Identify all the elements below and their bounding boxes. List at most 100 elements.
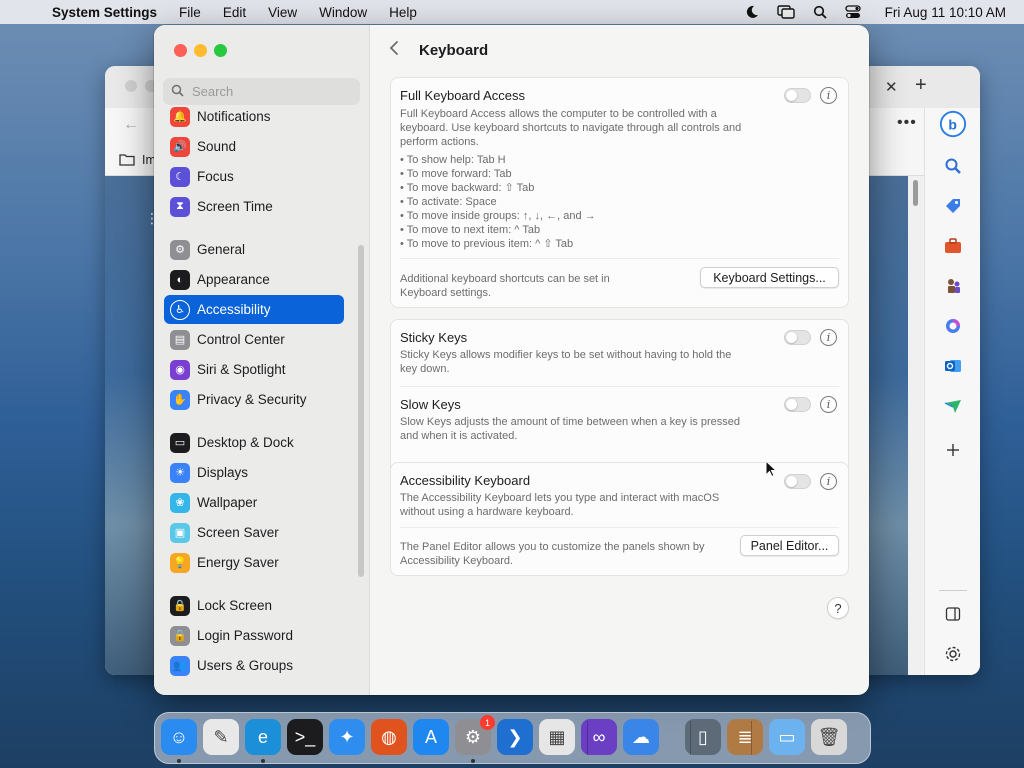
- moon-icon[interactable]: [745, 5, 759, 19]
- sidebar-scrollbar[interactable]: [358, 245, 364, 577]
- full-keyboard-access-title: Full Keyboard Access: [400, 88, 526, 103]
- textedit-icon[interactable]: ✎: [203, 719, 239, 755]
- full-keyboard-access-desc-3: perform actions.: [400, 136, 479, 148]
- sidebar-item-users-groups[interactable]: 👥 Users & Groups: [164, 651, 344, 680]
- sidebar-item-lock-screen[interactable]: 🔒 Lock Screen: [164, 591, 344, 620]
- chess-icon[interactable]: [939, 272, 967, 300]
- sidebar-item-desktop-dock[interactable]: ▭ Desktop & Dock: [164, 428, 344, 457]
- tab-close-icon[interactable]: ✕: [885, 78, 898, 96]
- menu-view[interactable]: View: [257, 5, 308, 20]
- spotlight-search-icon[interactable]: [813, 5, 827, 19]
- panel-editor-button[interactable]: Panel Editor...: [740, 535, 839, 556]
- dock-separator: [690, 721, 691, 755]
- keyboard-settings-button[interactable]: Keyboard Settings...: [700, 267, 839, 288]
- close-window-button[interactable]: [174, 44, 187, 57]
- back-chevron-icon[interactable]: [388, 40, 400, 61]
- terminal-icon[interactable]: >_: [287, 719, 323, 755]
- sidebar-item-focus[interactable]: ☾ Focus: [164, 162, 344, 191]
- split-view-icon[interactable]: [939, 600, 967, 628]
- slow-keys-toggle[interactable]: [784, 397, 811, 412]
- menu-file[interactable]: File: [168, 5, 212, 20]
- slow-keys-desc-1: Slow Keys adjusts the amount of time bet…: [400, 416, 740, 428]
- tip-previous-item: • To move to previous item: ^ ⇧ Tab: [400, 238, 574, 250]
- menu-edit[interactable]: Edit: [212, 5, 257, 20]
- menu-bar: System Settings File Edit View Window He…: [0, 0, 1024, 24]
- sidebar-item-energy-saver[interactable]: 💡 Energy Saver: [164, 548, 344, 577]
- sidebar-item-label: Energy Saver: [197, 555, 279, 570]
- more-options-icon[interactable]: •••: [897, 114, 917, 132]
- sticky-keys-desc-1: Sticky Keys allows modifier keys to be s…: [400, 349, 732, 361]
- accessibility-keyboard-info-icon[interactable]: i: [820, 473, 837, 490]
- sidebar-item-displays[interactable]: ☀ Displays: [164, 458, 344, 487]
- tag-icon[interactable]: [939, 192, 967, 220]
- finder-icon[interactable]: ☺: [161, 719, 197, 755]
- menu-help[interactable]: Help: [378, 5, 428, 20]
- system-settings-window: Search 🔔 Notifications 🔊 Sound ☾ Focus ⧗ Screen…: [154, 25, 869, 695]
- sidebar-item-general[interactable]: ⚙ General: [164, 235, 344, 264]
- sidebar-item-sound[interactable]: 🔊 Sound: [164, 132, 344, 161]
- briefcase-icon[interactable]: [939, 232, 967, 260]
- search-icon[interactable]: [939, 152, 967, 180]
- sidebar-item-siri-spotlight[interactable]: ◉ Siri & Spotlight: [164, 355, 344, 384]
- new-tab-icon[interactable]: +: [915, 74, 927, 97]
- outlook-icon[interactable]: [939, 352, 967, 380]
- tip-move-forward: • To move forward: Tab: [400, 168, 512, 180]
- sidebar-item-accessibility[interactable]: ♿ Accessibility: [164, 295, 344, 324]
- accessibility-keyboard-toggle[interactable]: [784, 474, 811, 489]
- control-center-icon[interactable]: [845, 5, 861, 19]
- app-store-icon[interactable]: A: [413, 719, 449, 755]
- help-button[interactable]: ?: [827, 597, 849, 619]
- siri-spotlight-icon: ◉: [170, 359, 190, 380]
- downloads-folder-icon[interactable]: ▭: [769, 719, 805, 755]
- tip-move-backward: • To move backward: ⇧ Tab: [400, 182, 535, 194]
- app-menu[interactable]: System Settings: [52, 5, 168, 20]
- bing-icon[interactable]: b: [939, 110, 967, 138]
- launchpad-icon[interactable]: ▦: [539, 719, 575, 755]
- sidebar-search-field[interactable]: Search: [163, 78, 360, 105]
- browser-scrollbar[interactable]: [908, 176, 923, 675]
- sidebar-item-appearance[interactable]: ◐ Appearance: [164, 265, 344, 294]
- safari-icon[interactable]: ✦: [329, 719, 365, 755]
- copilot-icon[interactable]: [939, 312, 967, 340]
- sidebar-item-label: Lock Screen: [197, 598, 273, 613]
- vscode-icon[interactable]: ❯: [497, 719, 533, 755]
- archive-icon[interactable]: ≣: [727, 719, 763, 755]
- trash-icon[interactable]: 🗑: [811, 719, 847, 755]
- sidebar-item-label: Privacy & Security: [197, 392, 307, 407]
- edge-icon[interactable]: e: [245, 719, 281, 755]
- back-arrow-icon[interactable]: ←: [123, 116, 139, 134]
- add-icon[interactable]: [939, 436, 967, 464]
- sidebar-item-screen-saver[interactable]: ▣ Screen Saver: [164, 518, 344, 547]
- sidebar-item-login-password[interactable]: 🔒 Login Password: [164, 621, 344, 650]
- screen-mirroring-icon[interactable]: [776, 5, 795, 19]
- weather-icon[interactable]: ☁: [623, 719, 659, 755]
- full-keyboard-access-desc-1: Full Keyboard Access allows the computer…: [400, 108, 717, 120]
- sidebar-item-label: Appearance: [197, 272, 270, 287]
- sticky-keys-toggle[interactable]: [784, 330, 811, 345]
- sticky-keys-info-icon[interactable]: i: [820, 329, 837, 346]
- full-keyboard-access-toggle[interactable]: [784, 88, 811, 103]
- settings-icon[interactable]: [939, 640, 967, 668]
- slow-keys-info-icon[interactable]: i: [820, 396, 837, 413]
- zoom-window-button[interactable]: [214, 44, 227, 57]
- send-icon[interactable]: [939, 392, 967, 420]
- firefox-icon[interactable]: ◍: [371, 719, 407, 755]
- sidebar-item-control-center[interactable]: ▤ Control Center: [164, 325, 344, 354]
- full-keyboard-access-card: Full Keyboard Access Full Keyboard Acces…: [390, 77, 849, 308]
- window-close-dot[interactable]: [125, 80, 137, 92]
- menu-window[interactable]: Window: [308, 5, 378, 20]
- sidebar-item-wallpaper[interactable]: ❀ Wallpaper: [164, 488, 344, 517]
- sidebar-item-notifications[interactable]: 🔔 Notifications: [164, 105, 344, 131]
- sidebar-item-label: Notifications: [197, 109, 271, 124]
- sidebar-item-screen-time[interactable]: ⧗ Screen Time: [164, 192, 344, 221]
- full-keyboard-access-info-icon[interactable]: i: [820, 87, 837, 104]
- sidebar-item-label: Accessibility: [197, 302, 271, 317]
- displays-icon: ☀: [170, 462, 190, 483]
- system-settings-icon[interactable]: ⚙ 1: [455, 715, 495, 755]
- keyboard-pane: Keyboard Full Keyboard Access Full Keybo…: [370, 25, 869, 695]
- sidebar-item-label: Screen Time: [197, 199, 273, 214]
- folder-icon[interactable]: [119, 152, 135, 171]
- sidebar-item-privacy-security[interactable]: ✋ Privacy & Security: [164, 385, 344, 414]
- menubar-clock[interactable]: Fri Aug 11 10:10 AM: [885, 5, 1006, 20]
- minimize-window-button[interactable]: [194, 44, 207, 57]
